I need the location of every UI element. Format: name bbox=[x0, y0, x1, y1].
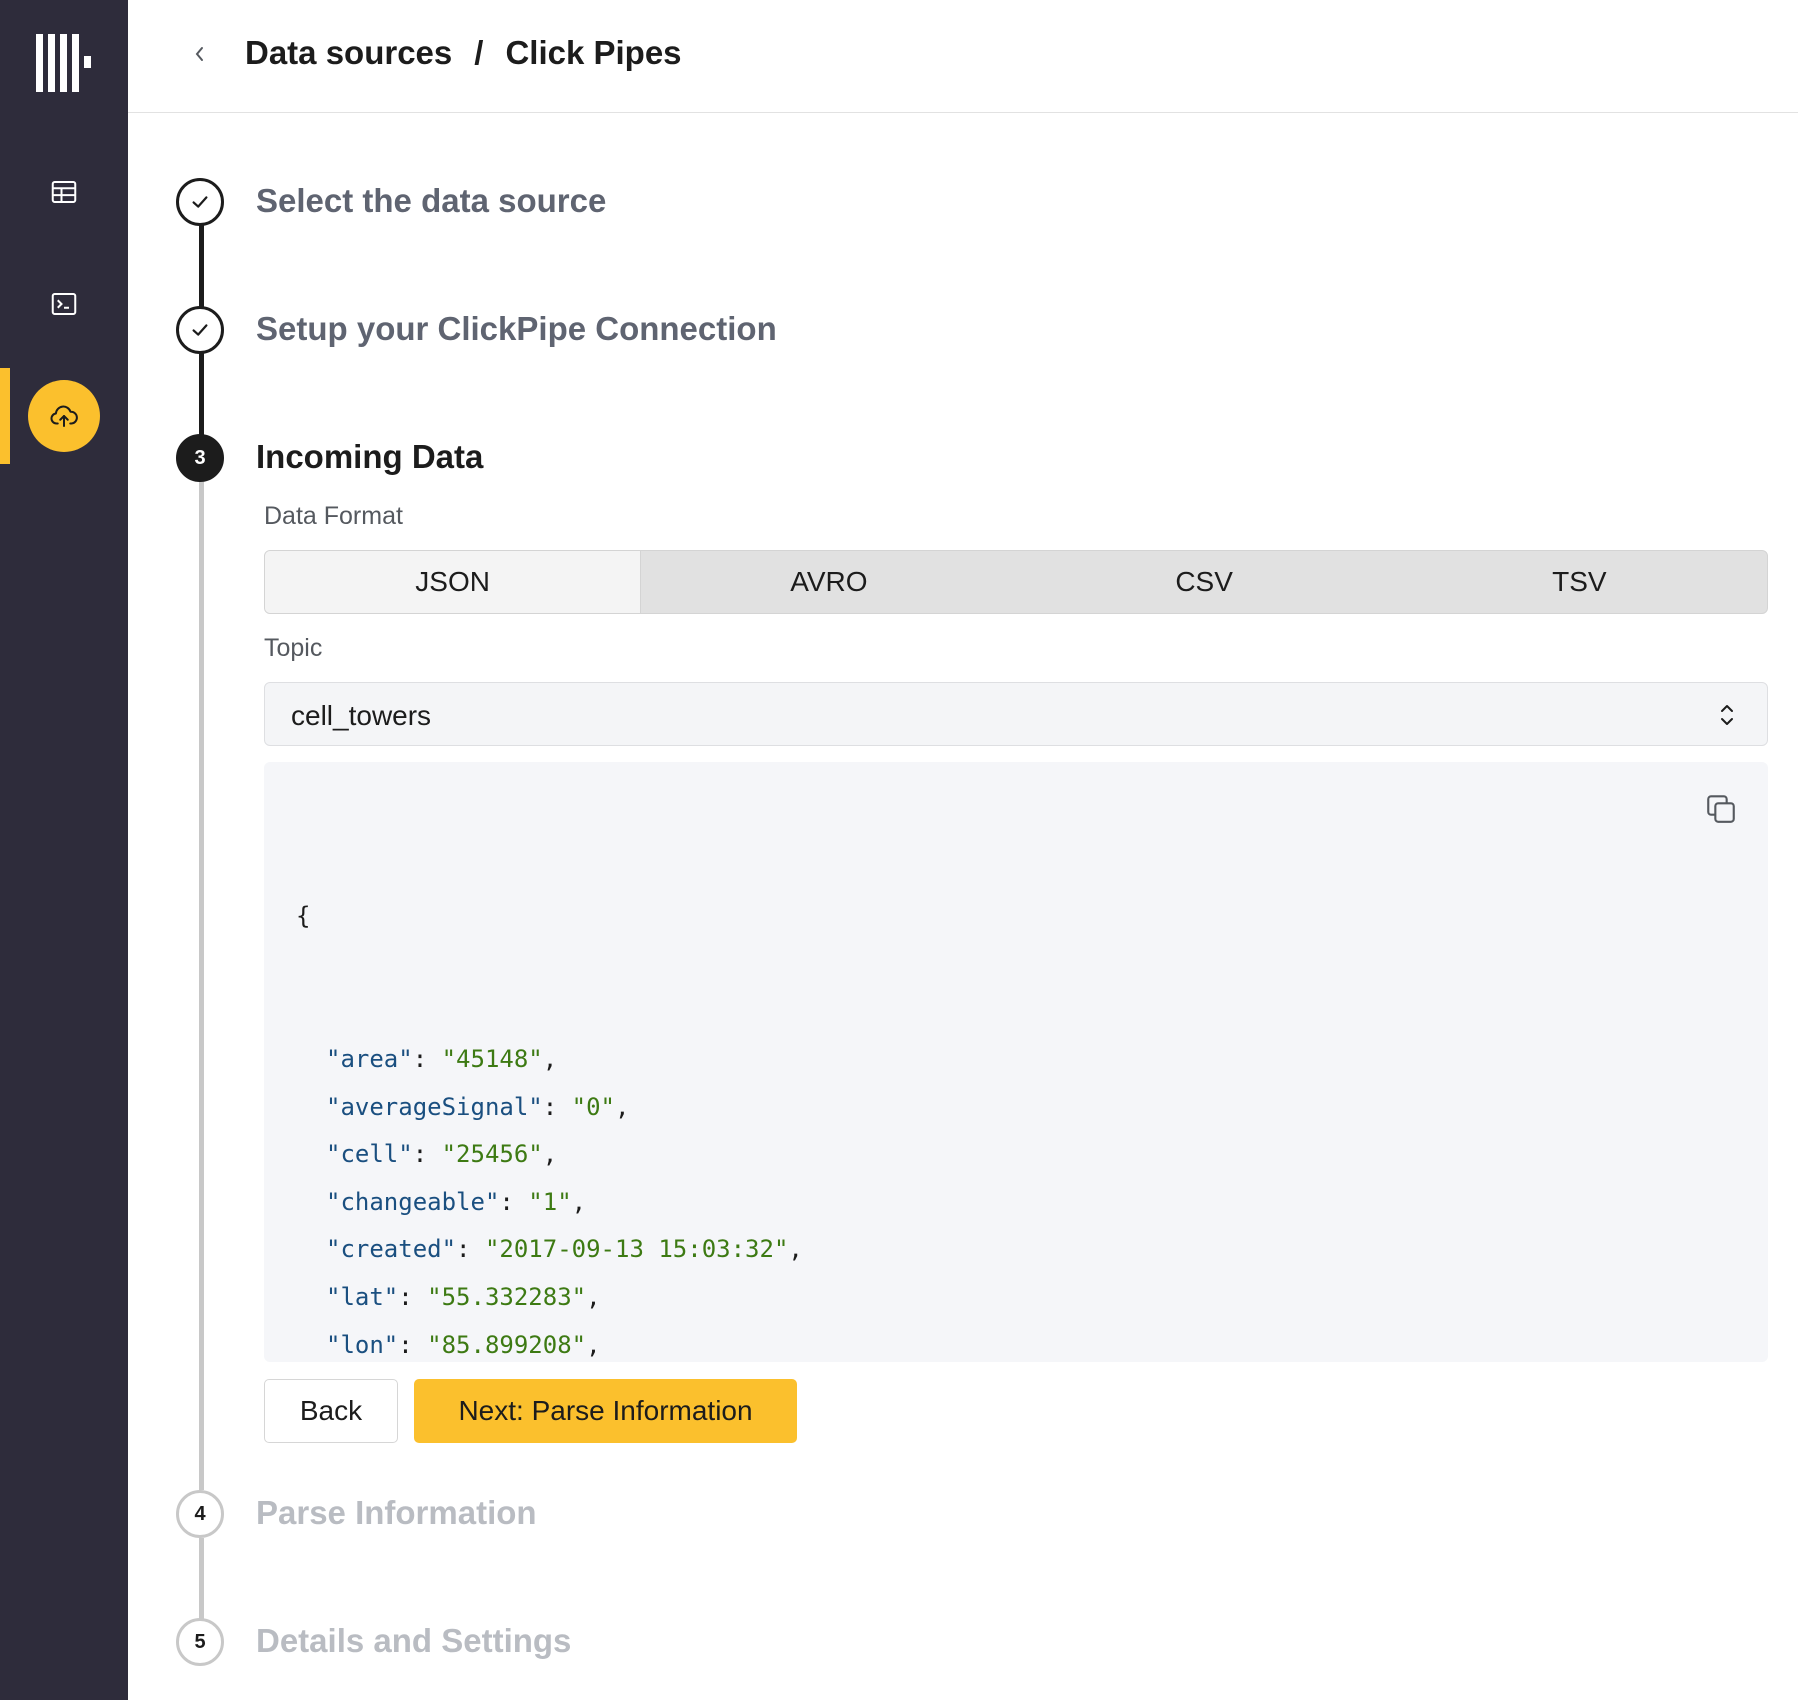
json-key: "lat" bbox=[326, 1282, 399, 1311]
copy-icon[interactable] bbox=[1704, 792, 1738, 826]
check-icon bbox=[192, 196, 208, 208]
step-2-title[interactable]: Setup your ClickPipe Connection bbox=[256, 310, 777, 348]
json-open-brace: { bbox=[296, 902, 311, 931]
step-1-indicator bbox=[176, 178, 224, 226]
json-value: "45148" bbox=[441, 1044, 543, 1073]
breadcrumb-data-sources[interactable]: Data sources bbox=[245, 34, 452, 71]
step-3-indicator: 3 bbox=[176, 434, 224, 482]
step-5-indicator: 5 bbox=[176, 1618, 224, 1666]
sidebar-item-tables[interactable] bbox=[28, 156, 100, 228]
json-value: "0" bbox=[571, 1092, 616, 1121]
json-key: "changeable" bbox=[326, 1187, 500, 1216]
json-key: "lon" bbox=[326, 1330, 399, 1359]
json-line: "area": "45148", bbox=[326, 1044, 558, 1073]
json-value: "55.332283" bbox=[427, 1282, 587, 1311]
step-1-title[interactable]: Select the data source bbox=[256, 182, 606, 220]
format-option-json[interactable]: JSON bbox=[265, 551, 642, 613]
sample-json: { "area": "45148", "averageSignal": "0", "… bbox=[296, 798, 803, 1362]
sidebar-item-data-sources[interactable] bbox=[28, 380, 100, 452]
table-icon bbox=[51, 181, 77, 203]
json-line: "averageSignal": "0", bbox=[326, 1092, 630, 1121]
topic-select[interactable]: cell_towers bbox=[264, 682, 1768, 746]
cloud-upload-icon bbox=[50, 405, 78, 427]
chevron-left-icon[interactable] bbox=[188, 42, 212, 66]
breadcrumb: Data sources / Click Pipes bbox=[245, 34, 682, 72]
json-line: "changeable": "1", bbox=[326, 1187, 587, 1216]
json-value: "25456" bbox=[441, 1140, 543, 1169]
json-key: "area" bbox=[326, 1044, 413, 1073]
sidebar-item-sql-console[interactable] bbox=[28, 268, 100, 340]
step-3-title: Incoming Data bbox=[256, 438, 484, 475]
data-format-label: Data Format bbox=[264, 502, 403, 530]
json-value: "1" bbox=[528, 1187, 572, 1216]
format-option-tsv[interactable]: TSV bbox=[1392, 551, 1767, 613]
back-button[interactable]: Back bbox=[264, 1379, 398, 1443]
step-4-title: Parse Information bbox=[256, 1494, 537, 1531]
json-key: "created" bbox=[326, 1235, 457, 1264]
sample-data-preview[interactable]: { "area": "45148", "averageSignal": "0", "… bbox=[264, 762, 1768, 1362]
json-line: "lon": "85.899208", bbox=[326, 1330, 601, 1359]
data-format-selector: JSON AVRO CSV TSV bbox=[264, 550, 1768, 614]
step-2-indicator bbox=[176, 306, 224, 354]
json-value: "2017-09-13 15:03:32" bbox=[484, 1235, 789, 1264]
json-line: "lat": "55.332283", bbox=[326, 1282, 601, 1311]
format-option-csv[interactable]: CSV bbox=[1017, 551, 1392, 613]
json-key: "cell" bbox=[326, 1140, 413, 1169]
step-5-title: Details and Settings bbox=[256, 1622, 572, 1659]
json-key: "averageSignal" bbox=[326, 1092, 543, 1121]
topic-select-value: cell_towers bbox=[291, 700, 432, 731]
page-header: Data sources / Click Pipes bbox=[128, 0, 1798, 113]
clickhouse-logo-icon[interactable] bbox=[36, 34, 92, 92]
format-option-avro[interactable]: AVRO bbox=[641, 551, 1016, 613]
topic-label: Topic bbox=[264, 634, 323, 662]
chevron-up-down-icon bbox=[1721, 705, 1733, 725]
terminal-icon bbox=[51, 293, 77, 315]
sidebar-active-indicator bbox=[0, 368, 10, 464]
sidebar bbox=[0, 0, 128, 1700]
breadcrumb-current: Click Pipes bbox=[505, 34, 682, 71]
json-line: "cell": "25456", bbox=[326, 1140, 558, 1169]
json-value: "85.899208" bbox=[427, 1330, 587, 1359]
next-parse-information-button[interactable]: Next: Parse Information bbox=[414, 1379, 797, 1443]
step-4-indicator: 4 bbox=[176, 1490, 224, 1538]
check-icon bbox=[192, 324, 208, 336]
step-connector bbox=[199, 480, 204, 1490]
breadcrumb-separator: / bbox=[474, 34, 484, 71]
json-line: "created": "2017-09-13 15:03:32", bbox=[326, 1235, 803, 1264]
